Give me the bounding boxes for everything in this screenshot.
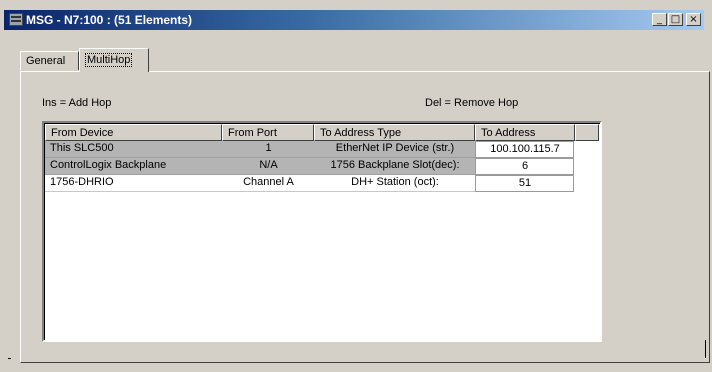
cell-to-address-type: EtherNet IP Device (str.) [314,141,475,158]
remove-hop-hint: Del = Remove Hop [425,97,519,109]
column-header-filler [575,124,599,141]
tab-multihop[interactable]: MultiHop [79,48,149,72]
cell-from-port: Channel A [222,175,314,192]
column-header-to-address[interactable]: To Address [475,124,575,141]
close-button[interactable]: × [686,13,701,26]
cell-to-address[interactable]: 51 [475,175,574,192]
table-row[interactable]: ControlLogix Backplane N/A 1756 Backplan… [45,158,575,175]
resize-mark-right [705,340,706,358]
msg-dialog-window: MSG - N7:100 : (51 Elements) _ □ × Gener… [0,0,712,372]
cell-from-device: ControlLogix Backplane [45,158,222,175]
cell-to-address-type: 1756 Backplane Slot(dec): [314,158,475,175]
hop-table[interactable]: From Device From Port To Address Type To… [42,121,602,342]
cell-to-address[interactable]: 6 [475,158,574,175]
add-hop-hint: Ins = Add Hop [42,97,112,109]
tab-general[interactable]: General [20,51,79,70]
column-header-from-port[interactable]: From Port [222,124,314,141]
app-icon[interactable] [9,13,23,26]
cell-from-device: This SLC500 [45,141,222,158]
minimize-button[interactable]: _ [652,13,667,26]
cell-to-address-type: DH+ Station (oct): [314,175,475,192]
column-header-to-address-type[interactable]: To Address Type [314,124,475,141]
maximize-button[interactable]: □ [668,13,683,26]
column-header-from-device[interactable]: From Device [45,124,222,141]
cell-from-port: 1 [222,141,314,158]
cell-from-device: 1756-DHRIO [45,175,222,192]
table-row[interactable]: 1756-DHRIO Channel A DH+ Station (oct): … [45,175,575,192]
cell-from-port: N/A [222,158,314,175]
table-row[interactable]: This SLC500 1 EtherNet IP Device (str.) … [45,141,575,158]
cell-to-address[interactable]: 100.100.115.7 [475,141,574,158]
tab-multihop-label: MultiHop [85,53,133,67]
resize-mark-left [8,358,11,359]
title-bar[interactable]: MSG - N7:100 : (51 Elements) _ □ × [4,10,704,30]
window-title: MSG - N7:100 : (51 Elements) [26,13,193,27]
